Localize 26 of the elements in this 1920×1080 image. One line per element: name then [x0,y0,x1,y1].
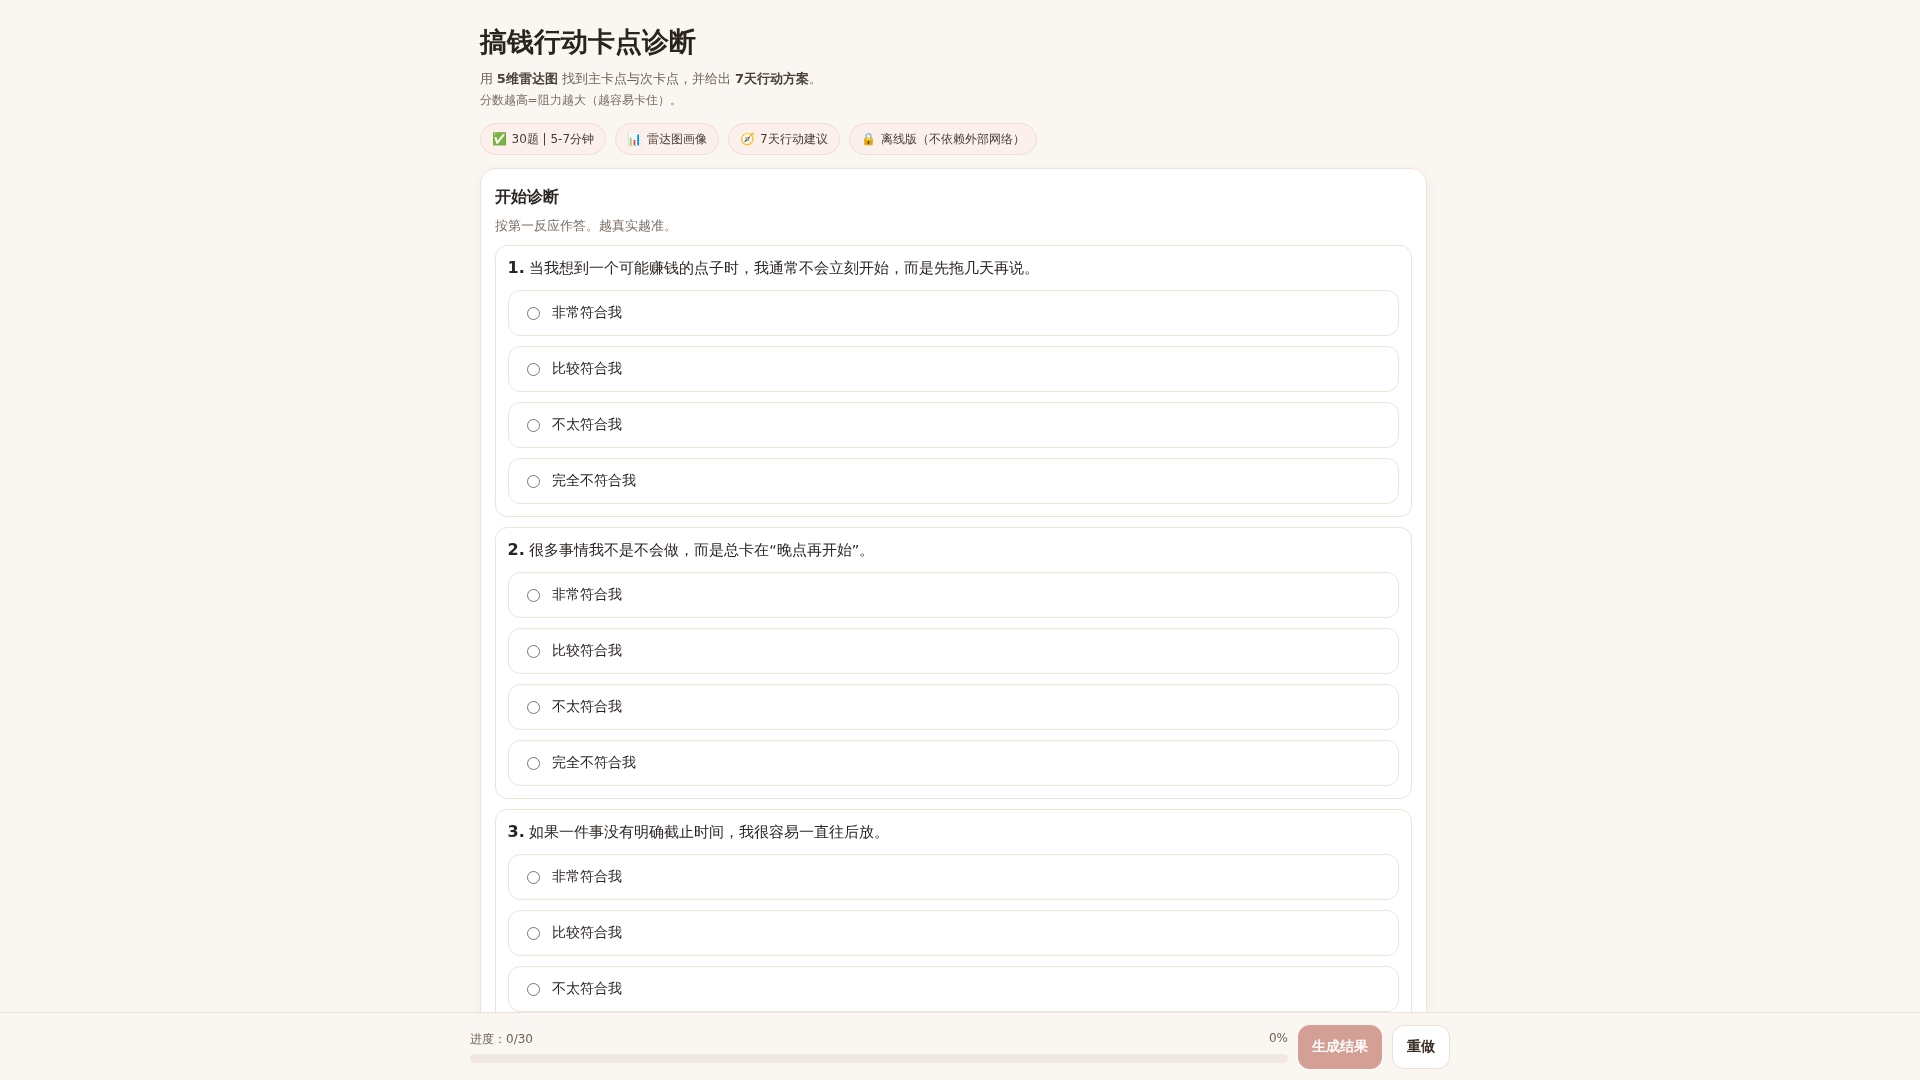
answer-option[interactable]: 不太符合我 [507,402,1399,448]
answer-option[interactable]: 比较符合我 [507,346,1399,392]
question-text: 3. 如果一件事没有明确截止时间，我很容易一直往后放。 [507,822,891,842]
question-text: 2. 很多事情我不是不会做，而是总卡在“晚点再开始”。 [507,540,876,560]
answer-option[interactable]: 非常符合我 [507,854,1399,900]
answer-option[interactable]: 比较符合我 [507,628,1399,674]
answer-option[interactable]: 完全不符合我 [507,458,1399,504]
answer-option[interactable]: 不太符合我 [507,966,1399,1012]
page-title: 搞钱行动卡点诊断 [479,25,697,59]
progress-label: 进度：0/30 [470,1030,533,1048]
card-title: 开始诊断 [494,187,560,208]
feature-chip: 🧭 7天行动建议 [728,123,840,155]
note-text: 分数越高=阻力越大（越容易卡住）。 [479,92,683,109]
answer-option[interactable]: 比较符合我 [507,910,1399,956]
subtitle: 用 5维雷达图 找到主卡点与次卡点，并给出 7天行动方案。 [479,70,823,88]
card-hint: 按第一反应作答。越真实越准。 [494,218,678,235]
feature-chip: 📊 雷达图画像 [615,123,720,155]
progress-percent: 0% [1268,1030,1288,1047]
answer-option[interactable]: 非常符合我 [507,572,1399,618]
answer-option[interactable]: 不太符合我 [507,684,1399,730]
feature-chip: ✅ 30题 | 5-7分钟 [479,123,607,155]
feature-chip: 🔒 离线版（不依赖外部网络） [848,123,1037,155]
redo-button[interactable]: 重做 [1392,1024,1450,1069]
question-text: 1. 当我想到一个可能赚钱的点子时，我通常不会立刻开始，而是先拖几天再说。 [507,258,1041,278]
answer-option[interactable]: 非常符合我 [507,290,1399,336]
answer-option[interactable]: 完全不符合我 [507,740,1399,786]
